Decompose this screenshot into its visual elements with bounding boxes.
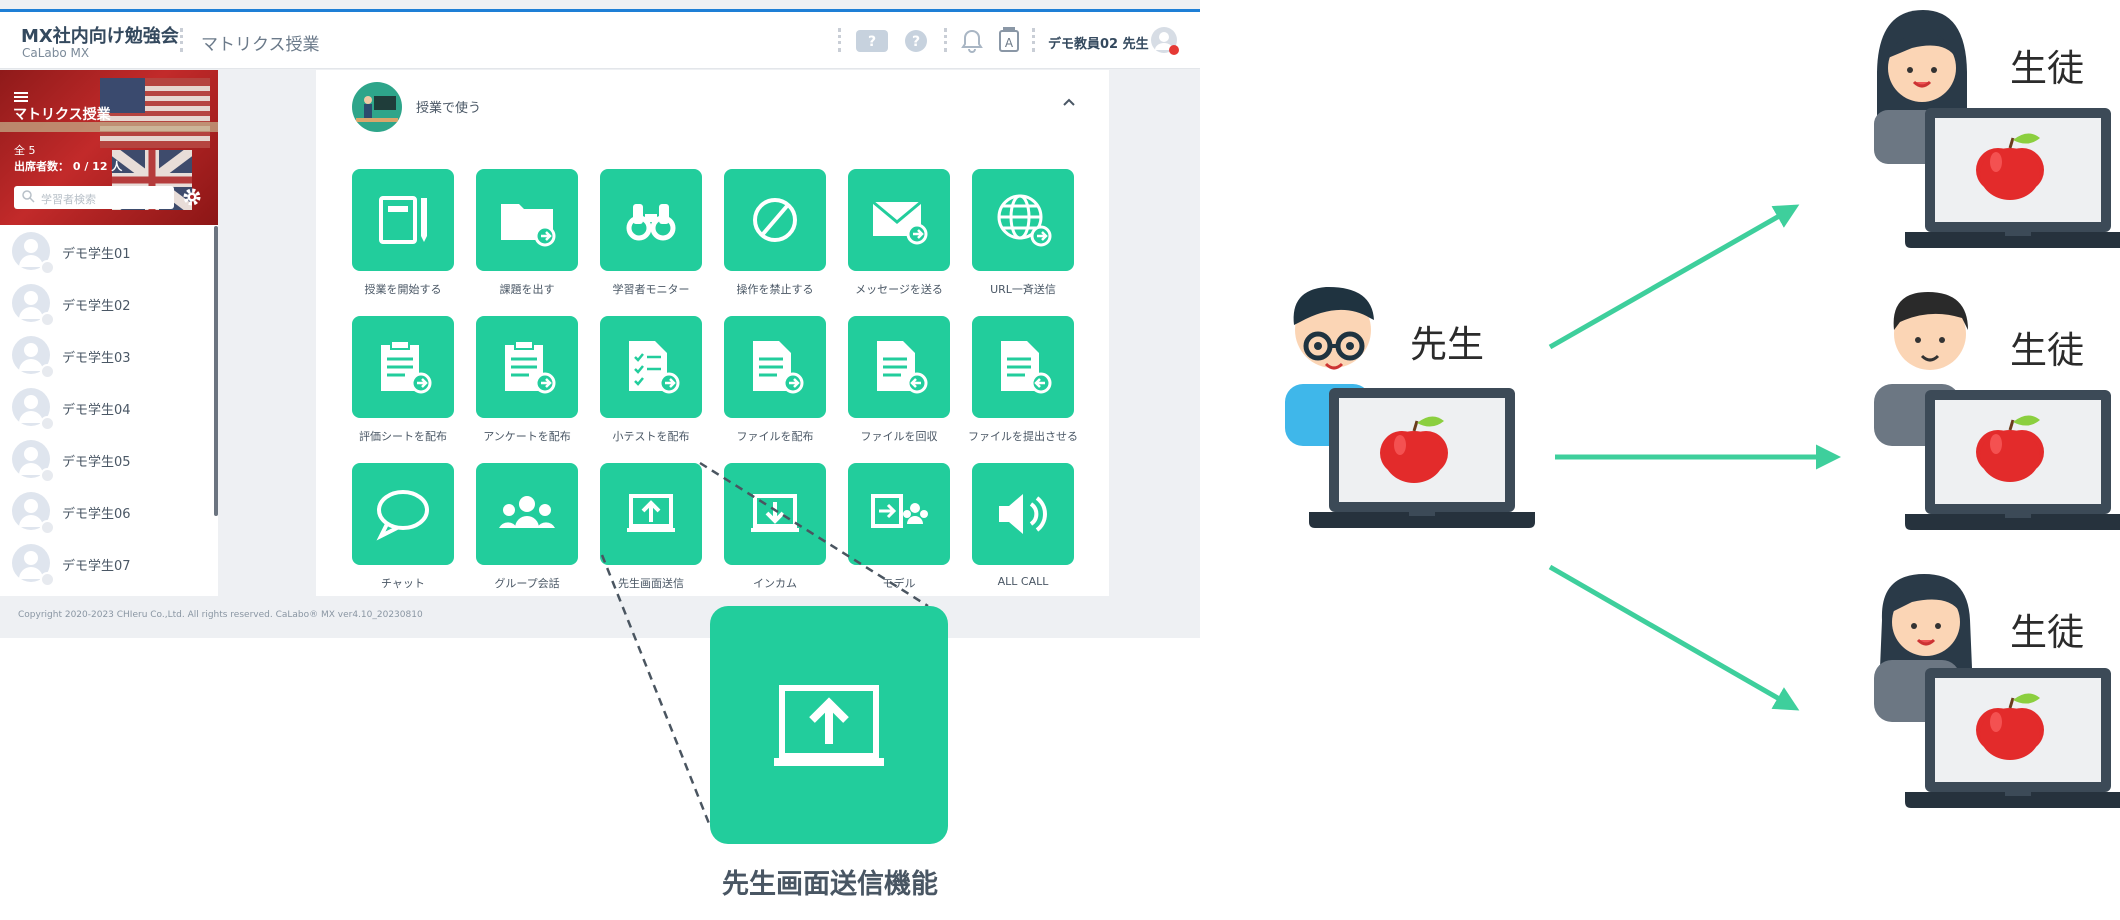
teacher-screen-send-tile-enlarged xyxy=(710,606,948,844)
arrow-to-student-1 xyxy=(1548,204,1800,350)
zoom-connector xyxy=(600,461,929,827)
student-label-1: 生徒 xyxy=(2010,47,2084,90)
arrow-to-student-3 xyxy=(1548,564,1800,711)
callout-caption: 先生画面送信機能 xyxy=(722,869,938,900)
student-label-2: 生徒 xyxy=(2010,329,2084,372)
broadcast-diagram xyxy=(1285,10,2120,808)
student-label-3: 生徒 xyxy=(2010,611,2084,654)
screen-upload-icon xyxy=(774,685,884,766)
teacher-label: 先生 xyxy=(1410,323,1484,366)
